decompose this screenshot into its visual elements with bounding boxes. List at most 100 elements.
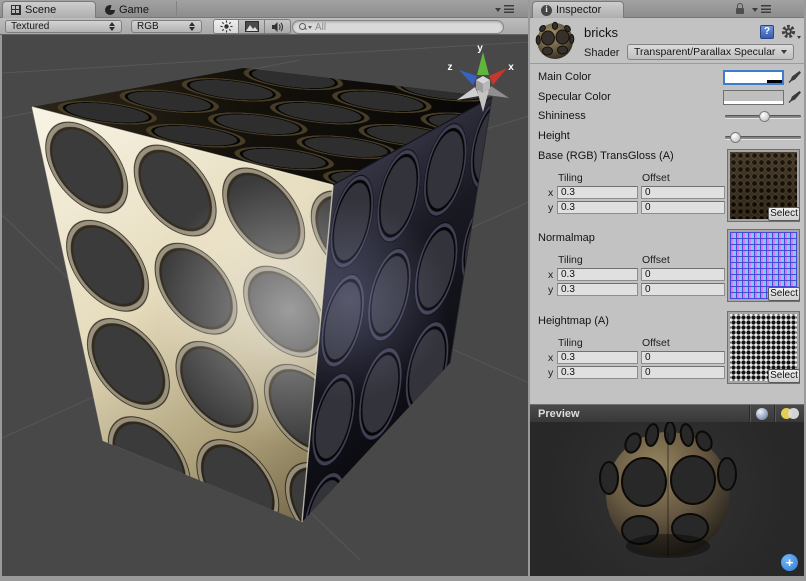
audio-toggle-button[interactable] bbox=[265, 19, 291, 34]
material-name: bricks bbox=[584, 25, 618, 40]
two-lights-icon bbox=[781, 408, 799, 419]
tiling-x-field[interactable] bbox=[557, 186, 638, 199]
select-button[interactable]: Select bbox=[768, 369, 800, 383]
gizmo-neg-axis[interactable] bbox=[487, 86, 509, 98]
eyedropper-icon[interactable] bbox=[788, 70, 802, 85]
tiling-header: Tiling bbox=[558, 254, 583, 266]
tab-game[interactable]: Game bbox=[97, 1, 177, 18]
eyedropper-icon[interactable] bbox=[788, 90, 802, 105]
gizmo-x-axis[interactable] bbox=[489, 68, 507, 85]
scene-canvas[interactable]: y x z bbox=[2, 35, 529, 576]
select-button[interactable]: Select bbox=[768, 207, 800, 221]
shader-label: Shader bbox=[584, 47, 619, 59]
pane-menu-icon[interactable] bbox=[504, 5, 514, 13]
help-icon[interactable] bbox=[760, 25, 774, 39]
shininess-slider-handle[interactable] bbox=[759, 111, 770, 122]
preview-mesh-button[interactable] bbox=[749, 405, 774, 423]
tiling-y-field[interactable] bbox=[557, 366, 638, 379]
textured-cube[interactable] bbox=[32, 68, 492, 522]
offset-header: Offset bbox=[642, 337, 670, 349]
speaker-icon bbox=[271, 21, 284, 33]
gear-icon bbox=[781, 24, 796, 39]
specular-color-label: Specular Color bbox=[538, 91, 611, 103]
height-slider-handle[interactable] bbox=[730, 132, 741, 143]
axis-x-label: x bbox=[548, 352, 553, 364]
game-icon bbox=[105, 5, 115, 15]
gear-menu-button[interactable] bbox=[781, 24, 801, 40]
height-label: Height bbox=[538, 130, 570, 142]
preview-area[interactable] bbox=[530, 422, 804, 576]
shininess-label: Shininess bbox=[538, 110, 586, 122]
main-color-swatch[interactable] bbox=[723, 70, 784, 85]
offset-x-field[interactable] bbox=[641, 351, 725, 364]
pane-dropdown-icon[interactable] bbox=[495, 8, 501, 12]
tiling-y-field[interactable] bbox=[557, 283, 638, 296]
gizmo-z-label: z bbox=[448, 62, 453, 73]
preview-add-button[interactable] bbox=[781, 554, 798, 571]
offset-header: Offset bbox=[642, 254, 670, 266]
material-header: bricks Shader Transparent/Parallax Specu… bbox=[530, 18, 804, 64]
scene-search-field[interactable] bbox=[292, 20, 504, 34]
shininess-slider[interactable] bbox=[725, 115, 801, 118]
tab-scene-label: Scene bbox=[25, 4, 56, 16]
color-channel-dropdown[interactable]: RGB bbox=[131, 20, 202, 33]
search-input[interactable] bbox=[315, 22, 497, 33]
inspector-tabbar: Inspector bbox=[530, 0, 804, 18]
magnifier-icon bbox=[299, 23, 307, 31]
specular-color-swatch[interactable] bbox=[723, 90, 784, 105]
preview-lighting-button[interactable] bbox=[774, 405, 804, 423]
height-slider[interactable] bbox=[725, 136, 801, 139]
axis-y-label: y bbox=[548, 202, 553, 214]
select-button[interactable]: Select bbox=[768, 287, 800, 301]
tiling-x-field[interactable] bbox=[557, 268, 638, 281]
tab-inspector[interactable]: Inspector bbox=[532, 1, 624, 18]
tiling-x-field[interactable] bbox=[557, 351, 638, 364]
unity-editor-window: Scene Game Textured RGB bbox=[0, 0, 806, 581]
chevron-down-icon bbox=[781, 50, 787, 54]
lighting-toggle-button[interactable] bbox=[213, 19, 239, 34]
preview-title: Preview bbox=[530, 408, 749, 420]
offset-x-field[interactable] bbox=[641, 268, 725, 281]
gizmo-y-axis[interactable] bbox=[477, 52, 489, 75]
window-frame-bottom bbox=[0, 576, 806, 581]
offset-header: Offset bbox=[642, 172, 670, 184]
scene-toolbar: Textured RGB bbox=[0, 18, 529, 35]
tab-scene[interactable]: Scene bbox=[2, 1, 96, 18]
gizmo-z-axis[interactable] bbox=[459, 70, 477, 85]
tiling-y-field[interactable] bbox=[557, 201, 638, 214]
shader-dropdown[interactable]: Transparent/Parallax Specular bbox=[627, 44, 794, 60]
preview-header[interactable]: Preview bbox=[530, 404, 804, 422]
preview-sphere[interactable] bbox=[530, 422, 804, 576]
chevron-down-icon bbox=[797, 36, 801, 39]
axis-y-label: y bbox=[548, 284, 553, 296]
offset-y-field[interactable] bbox=[641, 366, 725, 379]
skybox-toggle-button[interactable] bbox=[239, 19, 265, 34]
scene-tabbar: Scene Game bbox=[0, 0, 529, 18]
render-mode-dropdown[interactable]: Textured bbox=[5, 20, 122, 33]
grid-icon bbox=[11, 5, 21, 15]
pane-menu-icon[interactable] bbox=[761, 5, 771, 13]
axis-y-label: y bbox=[548, 367, 553, 379]
info-icon bbox=[541, 5, 552, 16]
gizmo-y-label: y bbox=[477, 43, 483, 54]
color-channel-value: RGB bbox=[137, 21, 185, 32]
image-icon bbox=[245, 21, 259, 32]
map-title: Base (RGB) TransGloss (A) bbox=[538, 150, 674, 162]
offset-y-field[interactable] bbox=[641, 283, 725, 296]
pane-dropdown-icon[interactable] bbox=[752, 8, 758, 12]
axis-x-label: x bbox=[548, 269, 553, 281]
panel-splitter[interactable] bbox=[528, 0, 530, 576]
scene-panel: Scene Game Textured RGB bbox=[0, 0, 529, 576]
lock-icon[interactable] bbox=[735, 3, 745, 15]
gizmo-x-label: x bbox=[508, 62, 514, 73]
main-color-label: Main Color bbox=[538, 71, 591, 83]
tab-inspector-label: Inspector bbox=[556, 4, 601, 16]
sphere-icon bbox=[756, 408, 768, 420]
sun-icon bbox=[220, 20, 233, 33]
offset-y-field[interactable] bbox=[641, 201, 725, 214]
offset-x-field[interactable] bbox=[641, 186, 725, 199]
material-ball-icon bbox=[535, 21, 575, 61]
search-filter-caret-icon bbox=[308, 26, 312, 29]
tab-game-label: Game bbox=[119, 4, 149, 16]
axis-x-label: x bbox=[548, 187, 553, 199]
